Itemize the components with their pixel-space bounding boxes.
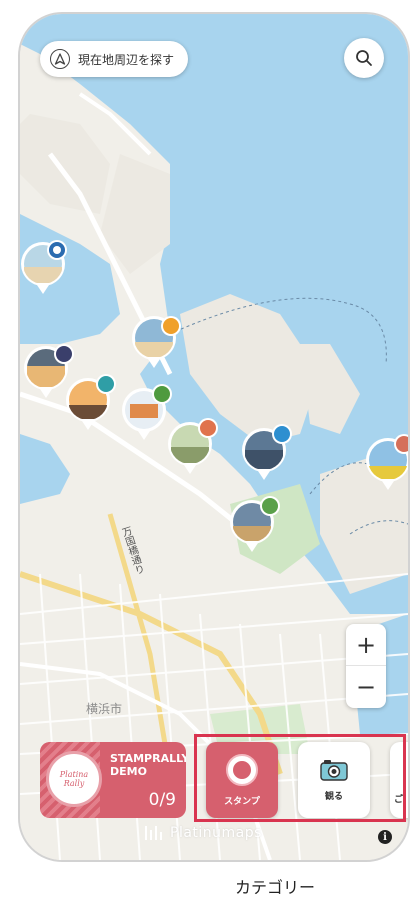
search-this-area-button[interactable]: 現在地周辺を探す [40,41,189,77]
navigation-arrow-icon [50,49,70,69]
title-line-1: STAMPRALLY [110,752,186,765]
caption: カテゴリー [234,878,315,897]
stamp-rally-card[interactable]: Platina Rally STAMPRALLY DEMO 0/9 [40,742,186,818]
category-highlight-box [194,734,406,822]
brand-label: Platinumaps [170,825,262,841]
info-button[interactable]: i [378,830,392,844]
search-button[interactable] [344,38,384,78]
search-icon [356,50,372,66]
district-label: 横浜市 [86,702,123,716]
zoom-out-button[interactable]: − [346,666,386,708]
title-line-2: DEMO [110,765,147,778]
platinumaps-logo: Platinumaps [144,824,262,842]
stamp-rally-badge-icon: Platina Rally [46,751,102,807]
zoom-in-button[interactable]: + [346,624,386,666]
stamp-progress: 0/9 [148,790,176,810]
search-this-area-label: 現在地周辺を探す [78,52,175,67]
platinumaps-logo-icon [145,826,162,840]
stamp-rally-title: STAMPRALLY DEMO [110,752,186,778]
zoom-control: + − [346,624,386,708]
